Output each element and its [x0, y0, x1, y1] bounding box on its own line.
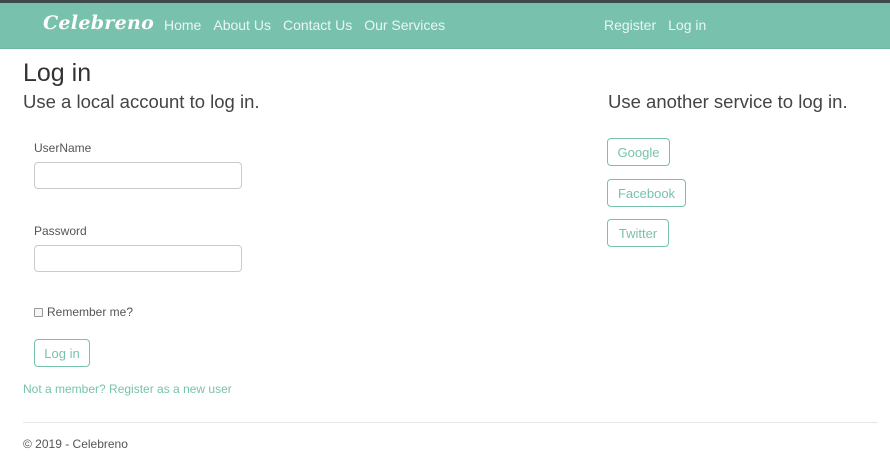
external-login-heading: Use another service to log in.: [608, 91, 848, 112]
nav-contact-link[interactable]: Contact Us: [283, 17, 352, 33]
footer-divider: [23, 422, 878, 423]
remember-me-checkbox[interactable]: [34, 307, 43, 317]
nav-services-link[interactable]: Our Services: [364, 17, 445, 33]
remember-me-row: Remember me?: [34, 305, 133, 319]
nav-menu: Home About Us Contact Us Our Services: [164, 17, 445, 33]
google-login-button[interactable]: Google: [607, 138, 670, 166]
page-title: Log in: [23, 59, 92, 87]
local-account-heading: Use a local account to log in.: [23, 91, 260, 112]
navbar: Celebreno Home About Us Contact Us Our S…: [0, 3, 890, 49]
nav-home-link[interactable]: Home: [164, 17, 201, 33]
login-submit-button[interactable]: Log in: [34, 339, 90, 367]
facebook-login-button[interactable]: Facebook: [607, 179, 686, 207]
nav-login-link[interactable]: Log in: [668, 17, 706, 33]
nav-about-link[interactable]: About Us: [213, 17, 271, 33]
username-label: UserName: [34, 141, 92, 155]
password-label: Password: [34, 224, 87, 238]
twitter-login-button[interactable]: Twitter: [607, 219, 669, 247]
password-input[interactable]: [34, 245, 242, 272]
nav-account-menu: Register Log in: [604, 17, 706, 33]
remember-me-label[interactable]: Remember me?: [47, 305, 133, 319]
register-new-user-link[interactable]: Not a member? Register as a new user: [23, 382, 232, 396]
username-input[interactable]: [34, 162, 242, 189]
footer-copyright: © 2019 - Celebreno: [23, 437, 128, 451]
nav-register-link[interactable]: Register: [604, 17, 656, 33]
brand-logo[interactable]: Celebreno: [43, 12, 154, 34]
